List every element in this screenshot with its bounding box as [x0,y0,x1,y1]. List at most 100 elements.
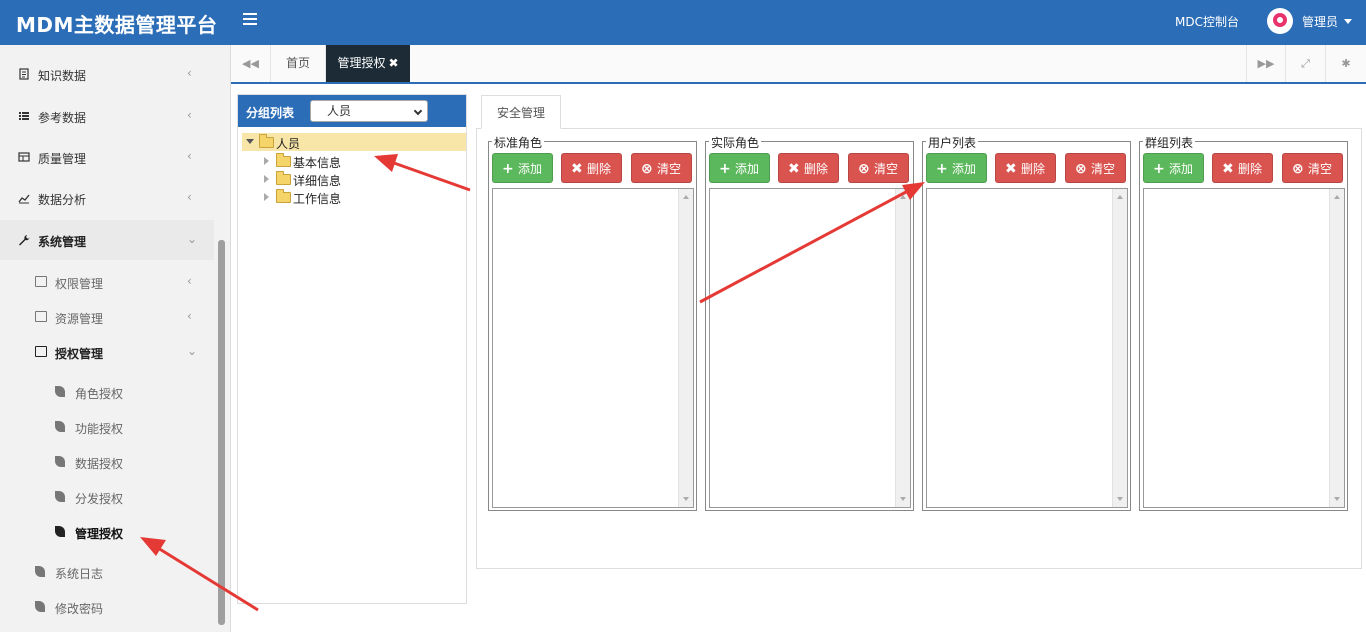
delete-button[interactable]: ✖ 删除 [995,153,1056,183]
gear-icon[interactable]: ✱ [1326,45,1366,82]
group-listbox[interactable] [1143,188,1345,508]
standard-role-listbox[interactable] [492,188,694,508]
actual-role-listbox[interactable] [709,188,911,508]
plus-icon: + [1153,161,1165,177]
collapse-triangle-icon[interactable] [264,175,269,183]
tree-node-basic-info[interactable]: 基本信息 [264,152,384,170]
circle-x-icon: ⊗ [641,161,653,177]
tab-security-management[interactable]: 安全管理 [481,95,561,129]
scroll-tabs-left-icon[interactable]: ◀◀ [231,45,271,82]
sidebar-item-label: 质量管理 [38,152,87,166]
menu-toggle-icon[interactable] [243,13,257,27]
collapse-triangle-icon[interactable] [264,157,269,165]
sidebar-item-label: 数据分析 [38,193,87,207]
folder-icon [35,311,47,322]
section-legend: 标准角色 [492,134,545,151]
wrench-icon [19,235,30,246]
expand-triangle-icon[interactable] [246,139,254,144]
listbox-scrollbar[interactable] [895,189,910,507]
group-list-title: 分组列表 [246,106,295,120]
chevron-down-icon: ⌄ [187,232,198,246]
document-icon [19,68,29,80]
sidebar-item-knowledge-data[interactable]: 知识数据 ‹ [0,54,214,94]
sidebar-item-authorization-management[interactable]: 授权管理 ⌄ [0,335,214,369]
scroll-down-icon[interactable] [1117,497,1123,501]
user-listbox[interactable] [926,188,1128,508]
list-icon [19,112,29,120]
clear-button[interactable]: ⊗ 清空 [848,153,909,183]
scroll-down-icon[interactable] [1334,497,1340,501]
sidebar-item-distribution-authorization[interactable]: 分发授权 [0,480,214,514]
user-menu[interactable]: 管理员 [1302,13,1338,30]
delete-button[interactable]: ✖ 删除 [1212,153,1273,183]
tab-home[interactable]: 首页 [271,45,326,82]
sidebar-item-permission-management[interactable]: 权限管理 ‹ [0,265,214,299]
button-label: 添加 [518,162,543,176]
scroll-up-icon[interactable] [1334,195,1340,199]
section-legend: 用户列表 [926,134,979,151]
listbox-scrollbar[interactable] [1329,189,1344,507]
tree-node-work-info[interactable]: 工作信息 [264,188,384,206]
sidebar-item-resource-management[interactable]: 资源管理 ‹ [0,300,214,334]
sidebar-item-quality-management[interactable]: 质量管理 ‹ [0,137,214,177]
sidebar-item-label: 参考数据 [38,111,87,125]
clear-button[interactable]: ⊗ 清空 [631,153,692,183]
sidebar: 知识数据 ‹ 参考数据 ‹ 质量管理 ‹ 数据分析 ‹ 系统管理 ⌄ 权限管理 … [0,45,231,632]
delete-button[interactable]: ✖ 删除 [778,153,839,183]
sidebar-item-management-authorization[interactable]: 管理授权 [0,515,214,549]
sidebar-item-system-log[interactable]: 系统日志 [0,555,214,589]
add-button[interactable]: + 添加 [926,153,987,183]
user-list-section: 用户列表 + 添加 ✖ 删除 ⊗ 清空 [922,134,1131,511]
tab-management-authorization[interactable]: 管理授权 ✖ [326,45,410,82]
sidebar-item-label: 知识数据 [38,69,87,83]
sidebar-item-reference-data[interactable]: 参考数据 ‹ [0,96,214,136]
scroll-down-icon[interactable] [900,497,906,501]
button-label: 添加 [1169,162,1194,176]
folder-icon [276,171,291,185]
circle-x-icon: ⊗ [1292,161,1304,177]
sidebar-scrollbar[interactable] [218,240,225,625]
listbox-scrollbar[interactable] [1112,189,1127,507]
tree-node-label: 详细信息 [293,174,342,188]
folder-icon [276,153,291,167]
tree-node-detail-info[interactable]: 详细信息 [264,170,384,188]
sidebar-item-data-authorization[interactable]: 数据授权 [0,445,214,479]
sidebar-item-role-authorization[interactable]: 角色授权 [0,375,214,409]
clear-button[interactable]: ⊗ 清空 [1065,153,1126,183]
listbox-scrollbar[interactable] [678,189,693,507]
scroll-down-icon[interactable] [683,497,689,501]
sidebar-item-system-management[interactable]: 系统管理 ⌄ [0,220,214,260]
sidebar-item-data-analysis[interactable]: 数据分析 ‹ [0,178,214,218]
leaf-icon [55,456,65,467]
delete-button[interactable]: ✖ 删除 [561,153,622,183]
group-select[interactable]: 人员 [310,100,428,122]
section-legend: 实际角色 [709,134,762,151]
scroll-tabs-right-icon[interactable]: ▶▶ [1246,45,1286,82]
sidebar-item-label: 授权管理 [55,347,104,361]
scroll-up-icon[interactable] [683,195,689,199]
mdc-console-link[interactable]: MDC控制台 [1175,13,1239,30]
scroll-up-icon[interactable] [900,195,906,199]
add-button[interactable]: + 添加 [709,153,770,183]
caret-down-icon[interactable] [1344,19,1352,24]
sidebar-item-label: 功能授权 [75,422,124,436]
collapse-triangle-icon[interactable] [264,193,269,201]
scroll-up-icon[interactable] [1117,195,1123,199]
fullscreen-icon[interactable]: ⤢ [1286,45,1326,82]
chevron-down-icon [413,106,423,116]
clear-button[interactable]: ⊗ 清空 [1282,153,1343,183]
button-label: 删除 [804,162,829,176]
line-chart-icon [18,194,30,204]
close-icon[interactable]: ✖ [388,56,398,70]
leaf-icon [35,601,45,612]
app-title: MDM主数据管理平台 [16,13,218,37]
chevron-left-icon: ‹ [187,66,192,80]
tree-node-root[interactable]: 人员 [242,133,466,151]
button-label: 清空 [874,162,899,176]
user-avatar[interactable] [1267,8,1293,34]
sidebar-item-function-authorization[interactable]: 功能授权 [0,410,214,444]
sidebar-item-change-password[interactable]: 修改密码 [0,590,214,624]
add-button[interactable]: + 添加 [1143,153,1204,183]
sidebar-item-label: 数据授权 [75,457,124,471]
add-button[interactable]: + 添加 [492,153,553,183]
